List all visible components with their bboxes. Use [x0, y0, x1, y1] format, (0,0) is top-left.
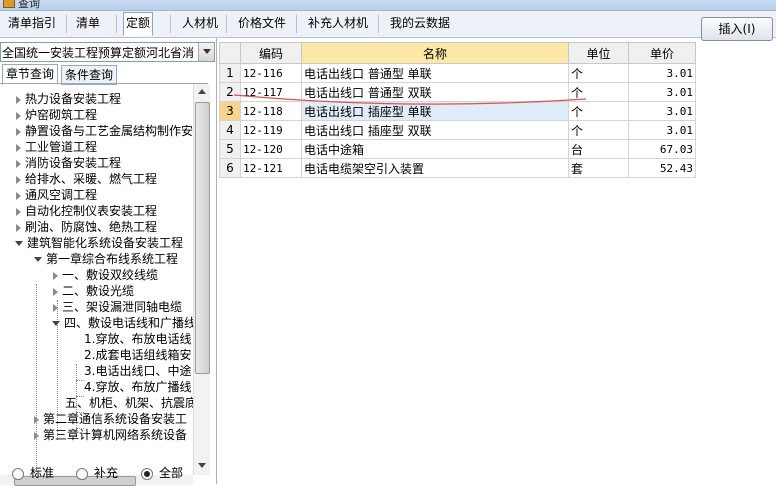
radio-circle[interactable]: [76, 467, 88, 480]
library-select[interactable]: 全国统一安装工程预算定额河北省消: [0, 42, 215, 62]
window-title: 查询: [18, 0, 40, 10]
radio-all[interactable]: 全部: [141, 465, 183, 481]
expand-arrow-icon[interactable]: [53, 287, 58, 296]
expand-arrow-icon[interactable]: [53, 303, 58, 312]
insert-button[interactable]: 插入(I): [701, 17, 773, 41]
filter-radio-group: 标准 补充 全部: [0, 462, 216, 484]
subtab-chapter-query[interactable]: 章节查询: [2, 64, 59, 85]
tree-leaf[interactable]: 3.电话出线口、中途: [84, 363, 191, 379]
expand-arrow-icon[interactable]: [34, 431, 39, 440]
tab-my-cloud-data[interactable]: 我的云数据: [388, 13, 452, 33]
tab-price-file[interactable]: 价格文件: [236, 13, 288, 33]
column-header-code[interactable]: 编码: [240, 42, 302, 64]
table-row[interactable]: 4 12-119 电话出线口 插座型 双联 个 3.01: [219, 120, 696, 140]
column-header-index: [219, 42, 241, 64]
left-panel: 全国统一安装工程预算定额河北省消 章节查询 条件查询 热力设备安装工程 炉窑砌筑…: [0, 38, 217, 486]
expand-arrow-icon[interactable]: [16, 191, 21, 200]
tree-node[interactable]: 二、敷设光缆: [53, 283, 134, 299]
tree-node[interactable]: 五、机柜、机架、抗震底: [65, 395, 197, 411]
tab-quota[interactable]: 定额: [123, 12, 154, 36]
tree-vertical-scrollbar[interactable]: [193, 84, 210, 475]
app-icon: [3, 0, 15, 8]
expand-arrow-icon[interactable]: [53, 271, 58, 280]
tree-node[interactable]: 第一章综合布线系统工程: [34, 251, 178, 267]
radio-supplement[interactable]: 补充: [76, 465, 118, 481]
tree-node[interactable]: 静置设备与工艺金属结构制作安: [16, 123, 193, 139]
tab-list-guide[interactable]: 清单指引: [6, 13, 58, 33]
expand-arrow-icon[interactable]: [16, 127, 21, 136]
tree-node[interactable]: 四、敷设电话线和广播线: [52, 315, 196, 331]
column-header-name[interactable]: 名称: [301, 42, 569, 64]
table-row-selected[interactable]: 3 12-118 电话出线口 插座型 单联 个 3.01: [219, 101, 696, 121]
expand-arrow-icon[interactable]: [16, 159, 21, 168]
tree-node[interactable]: 第二章通信系统设备安装工: [34, 411, 187, 427]
collapse-arrow-icon[interactable]: [15, 241, 23, 246]
table-row[interactable]: 5 12-120 电话中途箱 台 67.03: [219, 139, 696, 159]
expand-arrow-icon[interactable]: [34, 415, 39, 424]
expand-arrow-icon[interactable]: [16, 111, 21, 120]
tree-node[interactable]: 自动化控制仪表安装工程: [16, 203, 157, 219]
tree-node[interactable]: 炉窑砌筑工程: [16, 107, 97, 123]
quota-results-table: 编码 名称 单位 单价 1 12-116 电话出线口 普通型 单联 个 3.01…: [219, 42, 696, 178]
table-header-row: 编码 名称 单位 单价: [219, 42, 696, 64]
tree-node[interactable]: 消防设备安装工程: [16, 155, 121, 171]
column-header-unit[interactable]: 单位: [568, 42, 629, 64]
tree-node[interactable]: 一、敷设双绞线缆: [53, 267, 158, 283]
radio-standard[interactable]: 标准: [12, 465, 54, 481]
expand-arrow-icon[interactable]: [16, 143, 21, 152]
collapse-arrow-icon[interactable]: [52, 321, 60, 326]
tree-node[interactable]: 给排水、采暖、燃气工程: [16, 171, 157, 187]
tree-node[interactable]: 建筑智能化系统设备安装工程: [15, 235, 183, 251]
tab-supplement-lmm[interactable]: 补充人材机: [306, 13, 370, 33]
scrollbar-thumb[interactable]: [195, 102, 210, 374]
collapse-arrow-icon[interactable]: [34, 257, 42, 262]
chapter-tree: 热力设备安装工程 炉窑砌筑工程 静置设备与工艺金属结构制作安 工业管道工程 消防…: [0, 83, 208, 476]
tree-node[interactable]: 通风空调工程: [16, 187, 97, 203]
tree-node[interactable]: 第三章计算机网络系统设备: [34, 427, 187, 443]
subtab-condition-query[interactable]: 条件查询: [61, 65, 118, 85]
scroll-up-icon[interactable]: [194, 84, 210, 99]
tree-node[interactable]: 刷油、防腐蚀、绝热工程: [16, 219, 157, 235]
chevron-down-icon[interactable]: [198, 43, 214, 61]
radio-circle[interactable]: [12, 467, 24, 480]
tab-bill[interactable]: 清单: [74, 13, 102, 33]
title-bar: 查询: [0, 0, 776, 11]
tree-node[interactable]: 热力设备安装工程: [16, 91, 121, 107]
tab-labor-material-machine[interactable]: 人材机: [180, 13, 220, 33]
tree-leaf[interactable]: 4.穿放、布放广播线: [84, 379, 191, 395]
expand-arrow-icon[interactable]: [16, 223, 21, 232]
table-row[interactable]: 1 12-116 电话出线口 普通型 单联 个 3.01: [219, 63, 696, 83]
library-select-value: 全国统一安装工程预算定额河北省消: [2, 46, 195, 60]
expand-arrow-icon[interactable]: [16, 207, 21, 216]
query-tab-bar: 清单指引 清单 定额 人材机 价格文件 补充人材机 我的云数据: [0, 11, 776, 38]
column-header-price[interactable]: 单价: [628, 42, 696, 64]
tree-node[interactable]: 三、架设漏泄同轴电缆: [53, 299, 182, 315]
tree-node[interactable]: 工业管道工程: [16, 139, 97, 155]
tree-leaf[interactable]: 2.成套电话组线箱安: [84, 347, 191, 363]
table-row[interactable]: 2 12-117 电话出线口 普通型 双联 个 3.01: [219, 82, 696, 102]
expand-arrow-icon[interactable]: [16, 95, 21, 104]
radio-circle-selected[interactable]: [141, 467, 153, 480]
table-row[interactable]: 6 12-121 电话电缆架空引入装置 套 52.43: [219, 158, 696, 178]
tree-leaf[interactable]: 1.穿放、布放电话线: [84, 331, 191, 347]
expand-arrow-icon[interactable]: [16, 175, 21, 184]
